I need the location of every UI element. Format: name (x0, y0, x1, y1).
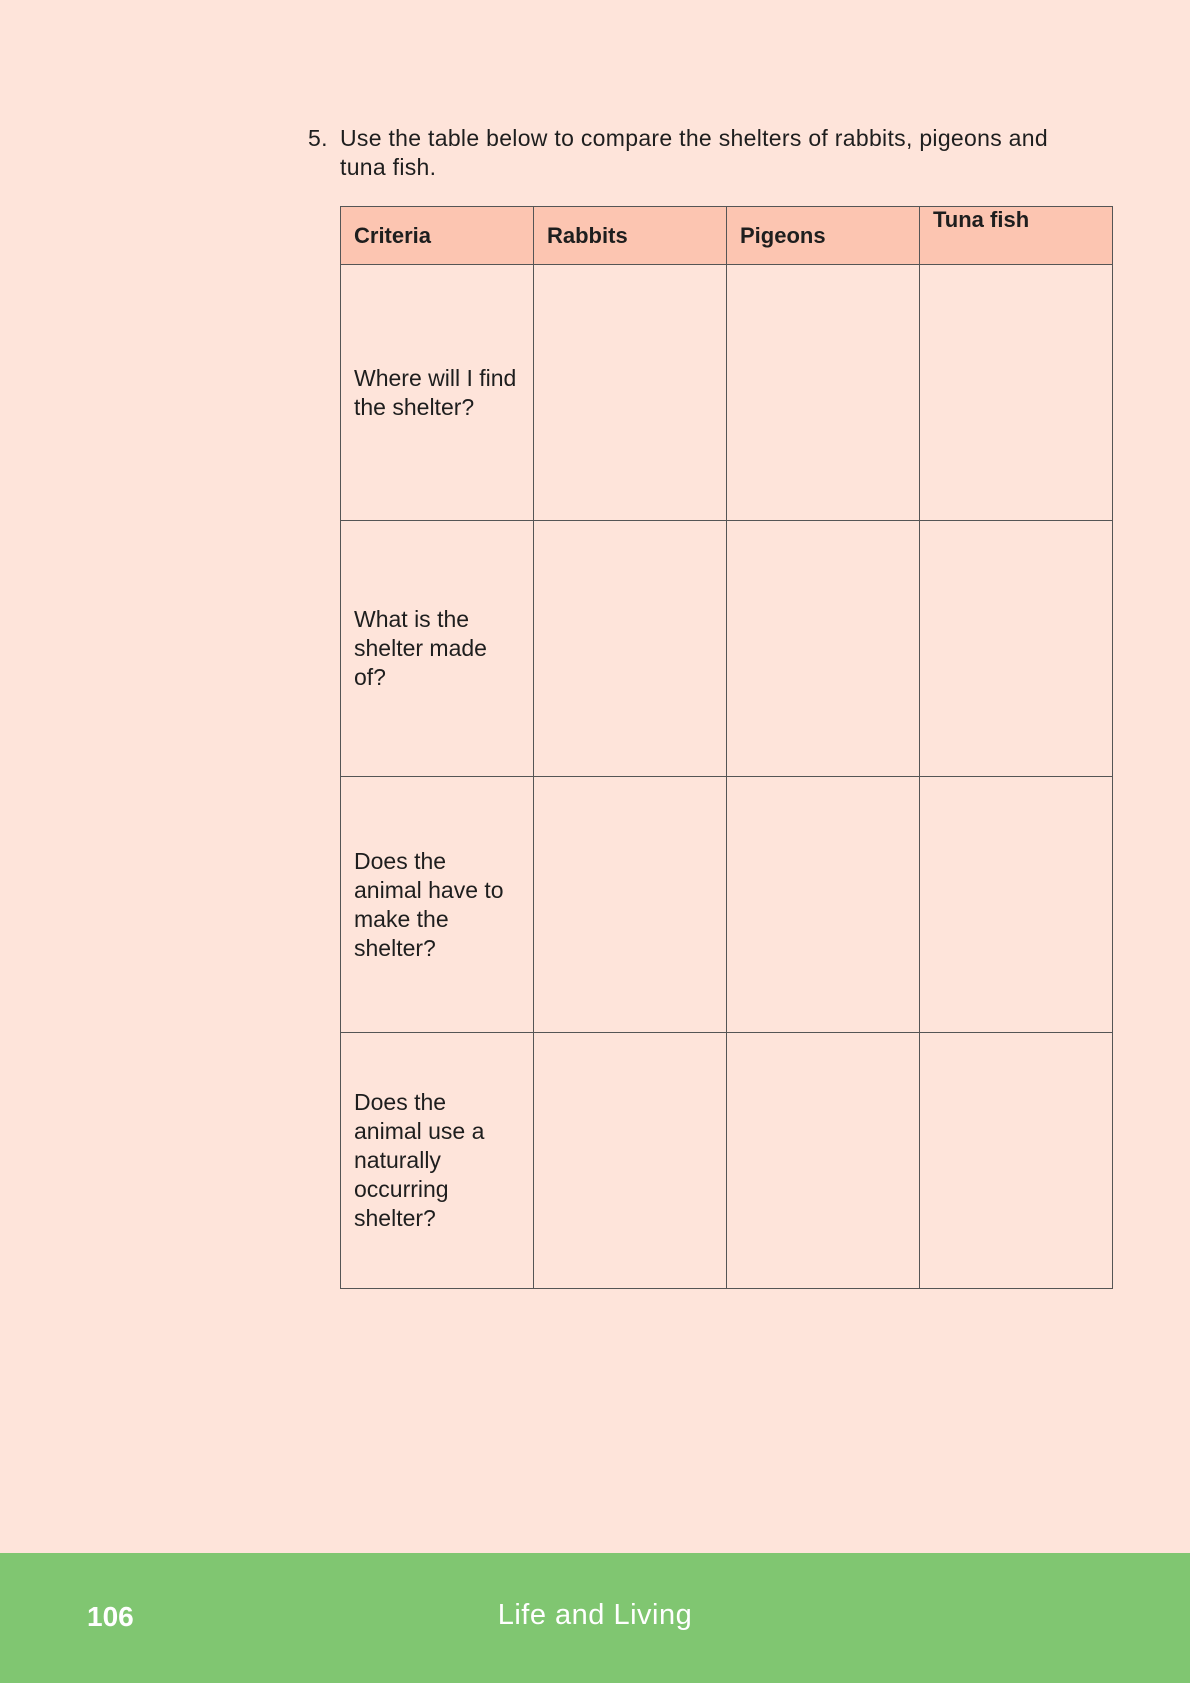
rabbits-answer-cell[interactable] (533, 520, 727, 777)
table-row: What is the shelter made of? (340, 520, 1113, 777)
header-pigeons: Pigeons (726, 206, 920, 265)
table-row: Does the animal have to make the shelter… (340, 776, 1113, 1033)
pigeons-answer-cell[interactable] (726, 1032, 920, 1289)
pigeons-answer-cell[interactable] (726, 264, 920, 521)
header-tuna-fish: Tuna fish (919, 206, 1113, 265)
table-row: Where will I find the shelter? (340, 264, 1113, 521)
table-header-row: Criteria Rabbits Pigeons Tuna fish (340, 206, 1113, 265)
tuna-fish-answer-cell[interactable] (919, 1032, 1113, 1289)
shelter-comparison-table: Criteria Rabbits Pigeons Tuna fish Where… (340, 206, 1113, 1289)
criteria-cell: Does the animal use a naturally occurrin… (340, 1032, 534, 1289)
tuna-fish-answer-cell[interactable] (919, 520, 1113, 777)
page-footer: 106 Life and Living (0, 1553, 1190, 1683)
header-rabbits: Rabbits (533, 206, 727, 265)
table-row: Does the animal use a naturally occurrin… (340, 1032, 1113, 1289)
tuna-fish-answer-cell[interactable] (919, 776, 1113, 1033)
question-number: 5. (308, 125, 328, 151)
criteria-cell: What is the shelter made of? (340, 520, 534, 777)
rabbits-answer-cell[interactable] (533, 264, 727, 521)
pigeons-answer-cell[interactable] (726, 776, 920, 1033)
criteria-cell: Where will I find the shelter? (340, 264, 534, 521)
book-title: Life and Living (497, 1599, 693, 1631)
header-criteria: Criteria (340, 206, 534, 265)
question-5: 5. Use the table below to compare the sh… (308, 124, 1088, 182)
rabbits-answer-cell[interactable] (533, 776, 727, 1033)
question-text: Use the table below to compare the shelt… (340, 125, 1048, 180)
rabbits-answer-cell[interactable] (533, 1032, 727, 1289)
pigeons-answer-cell[interactable] (726, 520, 920, 777)
criteria-cell: Does the animal have to make the shelter… (340, 776, 534, 1033)
tuna-fish-answer-cell[interactable] (919, 264, 1113, 521)
